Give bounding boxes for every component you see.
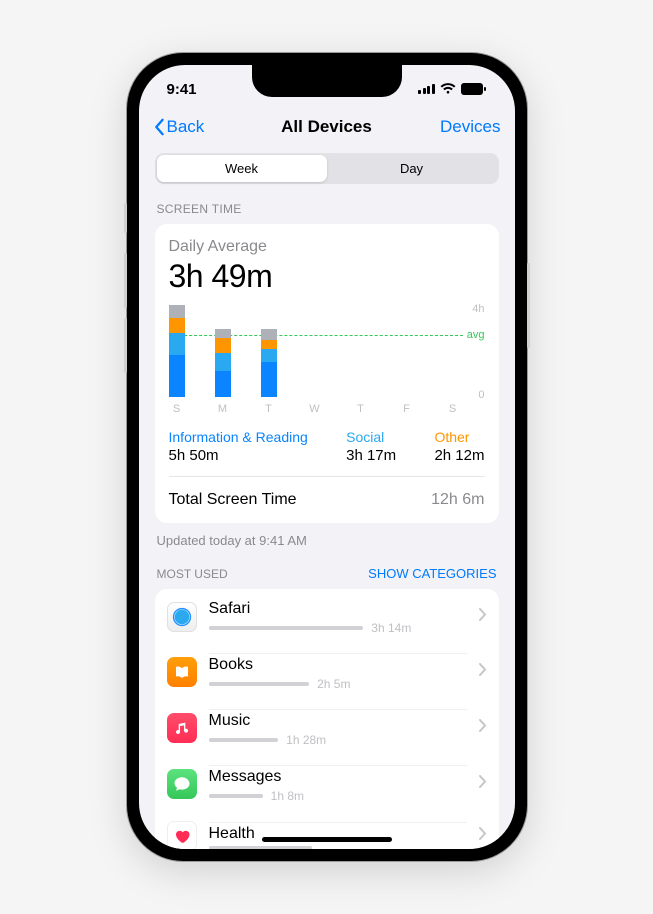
total-value: 12h 6m (431, 491, 484, 509)
cat-social-label: Social (346, 429, 396, 445)
cat-info-value: 5h 50m (169, 447, 308, 464)
app-time: 3h 14m (371, 621, 411, 635)
app-row-music[interactable]: Music 1h 28m (155, 700, 499, 756)
updated-time: Updated today at 9:41 AM (157, 533, 497, 548)
app-time: 1h 28m (286, 733, 326, 747)
category-breakdown: Information & Reading 5h 50m Social 3h 1… (169, 429, 485, 477)
chart-ytick-bottom: 0 (478, 389, 484, 401)
app-name: Messages (209, 768, 467, 786)
app-time: 2h 5m (317, 677, 350, 691)
show-categories-button[interactable]: SHOW CATEGORIES (368, 566, 496, 581)
cat-other-label: Other (434, 429, 484, 445)
chart-bar-m[interactable] (215, 329, 231, 397)
app-row-messages[interactable]: Messages 1h 8m (155, 756, 499, 812)
total-label: Total Screen Time (169, 491, 297, 509)
chart-avg-label: avg (467, 329, 485, 341)
phone-frame: 9:41 Back All Devices Devices Week (127, 53, 527, 861)
chart-day-label: S (169, 403, 185, 415)
app-usage-bar (209, 682, 310, 686)
cat-social-value: 3h 17m (346, 447, 396, 464)
chevron-right-icon (479, 663, 487, 681)
wifi-icon (440, 83, 456, 95)
status-time: 9:41 (167, 81, 197, 98)
app-icon-books (167, 657, 197, 687)
app-name: Safari (209, 600, 467, 618)
chevron-right-icon (479, 775, 487, 793)
segment-week[interactable]: Week (157, 155, 327, 182)
home-indicator[interactable] (262, 837, 392, 842)
chevron-left-icon (153, 118, 165, 136)
app-icon-safari (167, 602, 197, 632)
app-usage-bar (209, 738, 279, 742)
chart-bar-t[interactable] (261, 329, 277, 397)
app-name: Books (209, 656, 467, 674)
app-usage-bar (209, 846, 312, 849)
app-row-books[interactable]: Books 2h 5m (155, 644, 499, 700)
chart-day-label: M (215, 403, 231, 415)
cat-other-value: 2h 12m (434, 447, 484, 464)
chart-day-label: W (307, 403, 323, 415)
app-icon-health (167, 821, 197, 849)
chart-day-label: T (261, 403, 277, 415)
chart-day-label: S (445, 403, 461, 415)
app-icon-music (167, 713, 197, 743)
screen-time-chart[interactable]: 4h avg 0 S M T W T F S (169, 305, 485, 413)
segmented-control[interactable]: Week Day (155, 153, 499, 184)
app-row-safari[interactable]: Safari 3h 14m (155, 589, 499, 644)
daily-average-label: Daily Average (169, 238, 485, 256)
chart-ytick-top: 4h (472, 303, 484, 315)
cat-info-label: Information & Reading (169, 429, 308, 445)
section-label-screen-time: SCREEN TIME (157, 202, 497, 216)
screen: 9:41 Back All Devices Devices Week (139, 65, 515, 849)
back-button[interactable]: Back (153, 117, 205, 137)
chevron-right-icon (479, 827, 487, 845)
most-used-list: Safari 3h 14m Books 2h 5m Music 1h 28m (155, 589, 499, 849)
screen-time-card: Daily Average 3h 49m 4h avg 0 S M T W T F S In… (155, 224, 499, 523)
app-usage-bar (209, 794, 263, 798)
app-row-health[interactable]: Health (155, 812, 499, 849)
app-name: Music (209, 712, 467, 730)
nav-bar: Back All Devices Devices (139, 113, 515, 147)
chart-day-label: F (399, 403, 415, 415)
app-usage-bar (209, 626, 364, 630)
devices-button[interactable]: Devices (440, 117, 500, 137)
app-time: 1h 8m (271, 789, 304, 803)
chart-day-label: T (353, 403, 369, 415)
chevron-right-icon (479, 719, 487, 737)
segment-day[interactable]: Day (327, 155, 497, 182)
chevron-right-icon (479, 608, 487, 626)
chart-bar-s[interactable] (169, 305, 185, 397)
app-icon-messages (167, 769, 197, 799)
total-screen-time-row[interactable]: Total Screen Time 12h 6m (169, 477, 485, 523)
back-label: Back (167, 117, 205, 137)
cellular-icon (418, 84, 435, 94)
section-label-most-used: MOST USED (157, 567, 228, 581)
notch (252, 65, 402, 97)
daily-average-value: 3h 49m (169, 258, 485, 295)
battery-icon (461, 83, 487, 95)
